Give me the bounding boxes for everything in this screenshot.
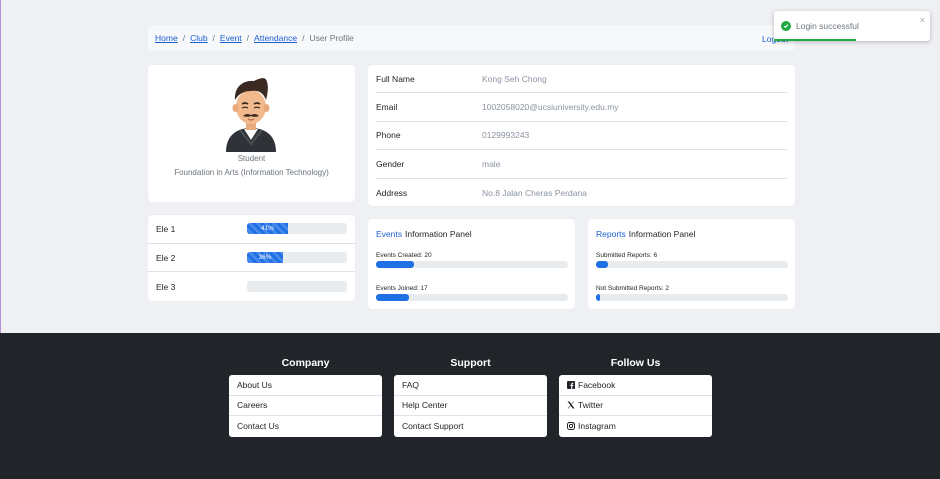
stat-progress-bar [596, 294, 788, 301]
breadcrumb-current: User Profile [309, 33, 354, 43]
stat-progress-fill [376, 261, 415, 268]
footer-link-list: FAQ Help Center Contact Support [394, 375, 547, 437]
footer-link-list: About Us Careers Contact Us [229, 375, 382, 437]
stat-progress-fill [376, 294, 409, 301]
breadcrumb: Home / Club / Event / Attendance / User … [148, 25, 794, 51]
panel-title-text: Information Panel [628, 229, 696, 239]
footer-link-help-center[interactable]: Help Center [394, 396, 547, 417]
stat-progress-fill [596, 294, 600, 301]
detail-value: Kong Seh Chong [482, 73, 547, 84]
panel-title: Events Information Panel [376, 229, 567, 239]
breadcrumb-home-link[interactable]: Home [155, 33, 178, 43]
detail-label: Gender [376, 158, 405, 169]
elective-progress-bar: 36% [247, 252, 347, 264]
profile-course: Foundation in Arts (Information Technolo… [174, 168, 329, 177]
footer-company-column: Company About Us Careers Contact Us [229, 357, 382, 437]
x-twitter-icon [567, 401, 575, 409]
stat-label: Events Joined: 17 [376, 285, 428, 292]
panel-title: Reports Information Panel [596, 229, 787, 239]
detail-value: No.8 Jalan Cheras Perdana [482, 187, 587, 198]
detail-label: Email [376, 102, 398, 113]
footer-follow-column: Follow Us Facebook Twitter Instagram [559, 357, 712, 437]
events-info-panel: Events Information Panel Events Created: … [368, 219, 575, 309]
footer-support-column: Support FAQ Help Center Contact Support [394, 357, 547, 437]
footer-link-facebook[interactable]: Facebook [559, 375, 712, 396]
breadcrumb-attendance-link[interactable]: Attendance [254, 33, 297, 43]
stat-label: Submitted Reports: 6 [596, 252, 658, 259]
toast-message: Login successful [796, 21, 859, 31]
footer-column-title: Support [450, 357, 491, 369]
footer-link-contact-support[interactable]: Contact Support [394, 416, 547, 437]
breadcrumb-separator: / [302, 33, 305, 43]
detail-row-gender: Gender male [376, 150, 787, 179]
footer-link-contact-us[interactable]: Contact Us [229, 416, 382, 437]
breadcrumb-club-link[interactable]: Club [190, 33, 207, 43]
detail-row-phone: Phone 0129993243 [376, 122, 787, 151]
elective-label: Ele 3 [156, 281, 176, 292]
check-circle-icon [781, 21, 791, 31]
login-toast: Login successful × [774, 11, 930, 41]
breadcrumb-separator: / [212, 33, 215, 43]
detail-row-full-name: Full Name Kong Seh Chong [376, 65, 787, 94]
footer-link-instagram[interactable]: Instagram [559, 416, 712, 437]
facebook-icon [567, 380, 575, 389]
stat-progress-fill [596, 261, 608, 268]
detail-label: Phone [376, 130, 401, 141]
toast-progress-bar [774, 39, 856, 41]
breadcrumb-separator: / [246, 33, 250, 43]
elective-label: Ele 1 [156, 223, 176, 234]
stat-label: Not Submitted Reports: 2 [596, 285, 669, 292]
instagram-icon [567, 422, 575, 431]
stat-progress-bar [376, 261, 568, 268]
detail-label: Full Name [376, 73, 415, 84]
elective-progress-bar: 41% [247, 223, 347, 235]
footer-column-title: Company [281, 357, 330, 369]
detail-row-address: Address No.8 Jalan Cheras Perdana [376, 179, 787, 207]
detail-value: male [482, 158, 501, 169]
footer-link-label: Twitter [578, 400, 604, 411]
elective-row: Ele 2 36% [148, 244, 355, 273]
stat-progress-bar [376, 294, 568, 301]
elective-progress-bar [247, 281, 347, 293]
footer-link-twitter[interactable]: Twitter [559, 396, 712, 417]
footer-link-about-us[interactable]: About Us [229, 375, 382, 396]
profile-card: Student Foundation in Arts (Information … [148, 65, 355, 202]
panel-accent-title: Events [376, 229, 402, 239]
breadcrumb-separator: / [182, 33, 186, 43]
elective-row: Ele 3 [148, 272, 355, 301]
footer: Company About Us Careers Contact Us Supp… [0, 333, 940, 479]
footer-link-careers[interactable]: Careers [229, 396, 382, 417]
stat-label: Events Created: 20 [376, 252, 432, 259]
electives-card: Ele 1 41% Ele 2 36% Ele 3 [148, 215, 355, 301]
close-icon[interactable]: × [920, 15, 925, 25]
detail-value: 0129993243 [482, 130, 530, 141]
avatar [220, 74, 282, 152]
panel-accent-title: Reports [596, 229, 626, 239]
elective-row: Ele 1 41% [148, 215, 355, 244]
footer-link-label: Facebook [578, 379, 616, 390]
detail-value: 1002058020@ucsiuniversity.edu.my [482, 102, 619, 113]
elective-label: Ele 2 [156, 252, 176, 263]
footer-link-list: Facebook Twitter Instagram [559, 375, 712, 437]
main-content: Home / Club / Event / Attendance / User … [0, 0, 940, 333]
panel-title-text: Information Panel [405, 229, 472, 239]
detail-row-email: Email 1002058020@ucsiuniversity.edu.my [376, 93, 787, 122]
footer-link-faq[interactable]: FAQ [394, 375, 547, 396]
reports-info-panel: Reports Information Panel Submitted Repor… [588, 219, 795, 309]
elective-progress-fill: 41% [247, 223, 288, 235]
profile-role: Student [237, 154, 266, 163]
footer-column-title: Follow Us [610, 357, 661, 369]
detail-label: Address [376, 187, 408, 198]
profile-details-card: Full Name Kong Seh Chong Email 100205802… [368, 65, 795, 206]
breadcrumb-event-link[interactable]: Event [220, 33, 242, 43]
stat-progress-bar [596, 261, 788, 268]
footer-link-label: Instagram [578, 421, 616, 432]
elective-progress-fill: 36% [247, 252, 283, 264]
